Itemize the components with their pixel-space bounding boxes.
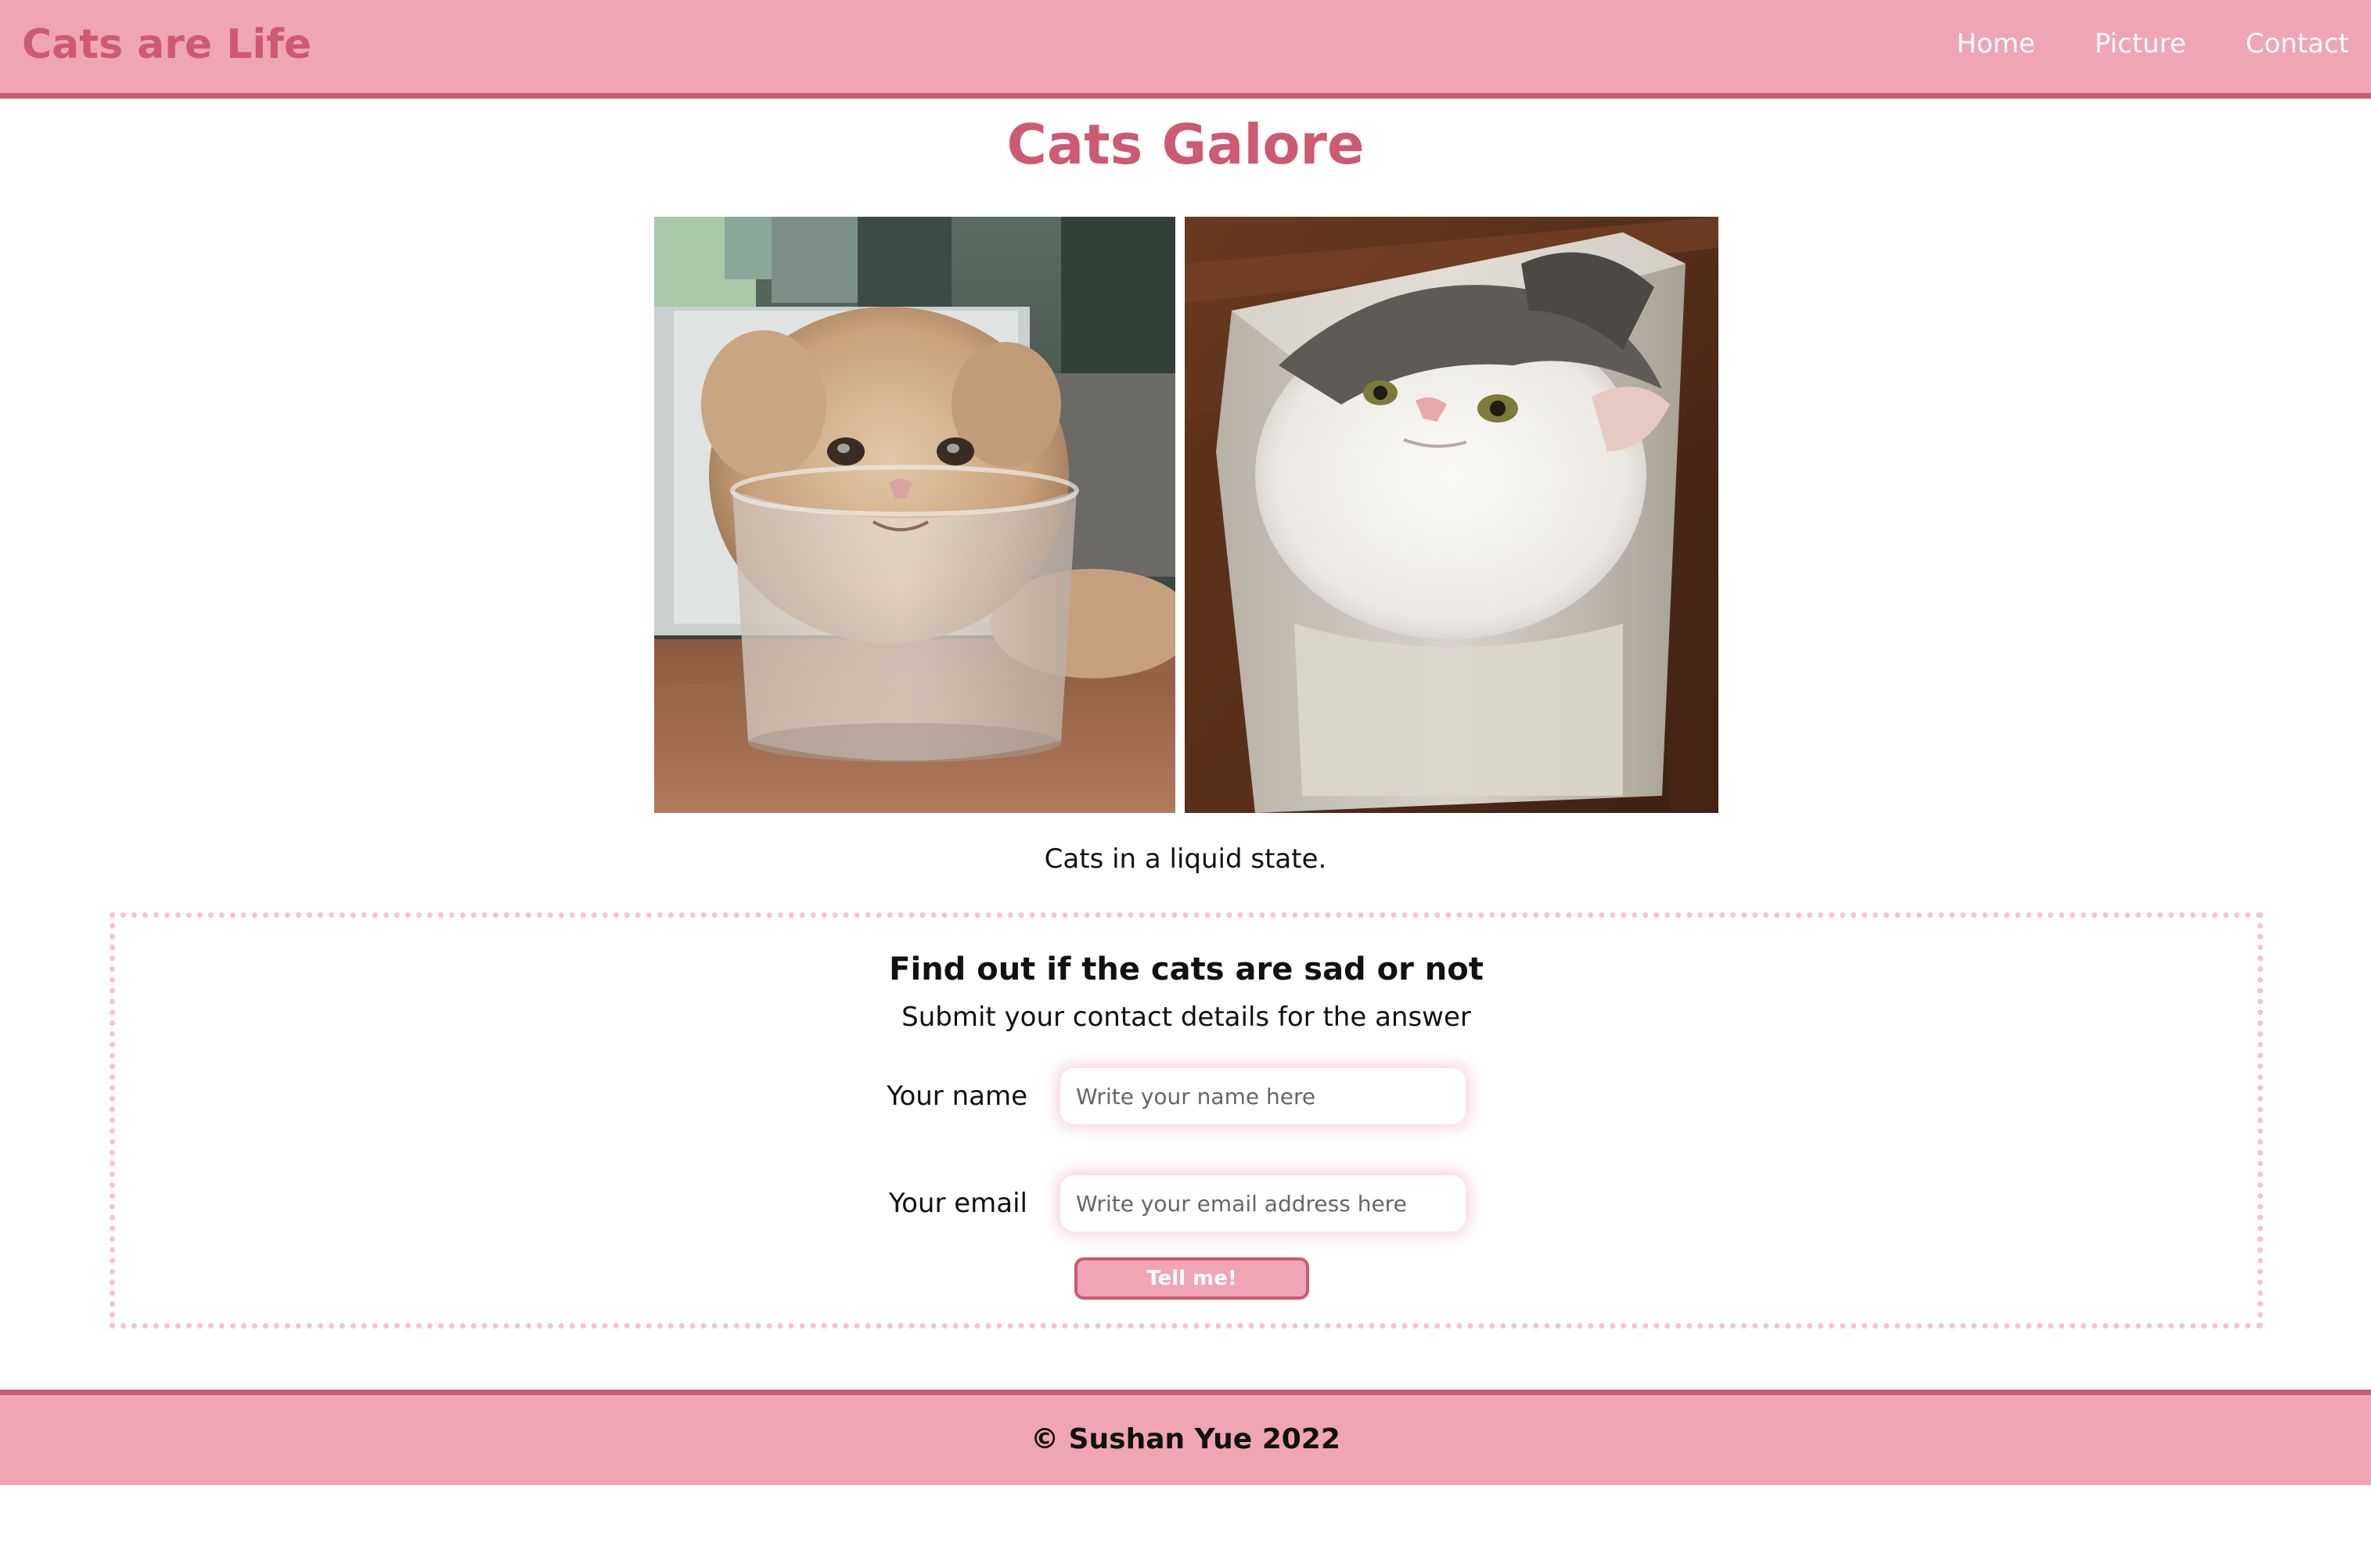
site-brand[interactable]: Cats are Life (22, 17, 311, 72)
cat-in-plastic-bin-photo (1185, 217, 1718, 813)
cat-in-glass-photo (654, 217, 1175, 813)
nav-link-picture[interactable]: Picture (2095, 23, 2186, 64)
nav-link-contact[interactable]: Contact (2246, 23, 2349, 64)
contact-form-section: Find out if the cats are sad or not Subm… (110, 912, 2263, 1329)
name-input[interactable] (1060, 1068, 1466, 1124)
tell-me-button[interactable]: Tell me! (1074, 1257, 1309, 1300)
page-title: Cats Galore (1006, 113, 1365, 177)
form-heading: Find out if the cats are sad or not (889, 951, 1484, 987)
nav-link-home[interactable]: Home (1956, 23, 2035, 64)
email-input[interactable] (1060, 1175, 1466, 1232)
footer-copyright: © Sushan Yue 2022 (1031, 1423, 1340, 1455)
site-footer: © Sushan Yue 2022 (0, 1390, 2371, 1485)
form-subheading: Submit your contact details for the answ… (901, 1002, 1471, 1033)
email-label: Your email (888, 1188, 1027, 1219)
photo-gallery (654, 217, 1718, 813)
name-label: Your name (887, 1081, 1027, 1112)
photo-caption: Cats in a liquid state. (1044, 843, 1327, 875)
site-header: Cats are Life Home Picture Contact (0, 0, 2371, 99)
main-nav: Home Picture Contact (1956, 23, 2349, 64)
